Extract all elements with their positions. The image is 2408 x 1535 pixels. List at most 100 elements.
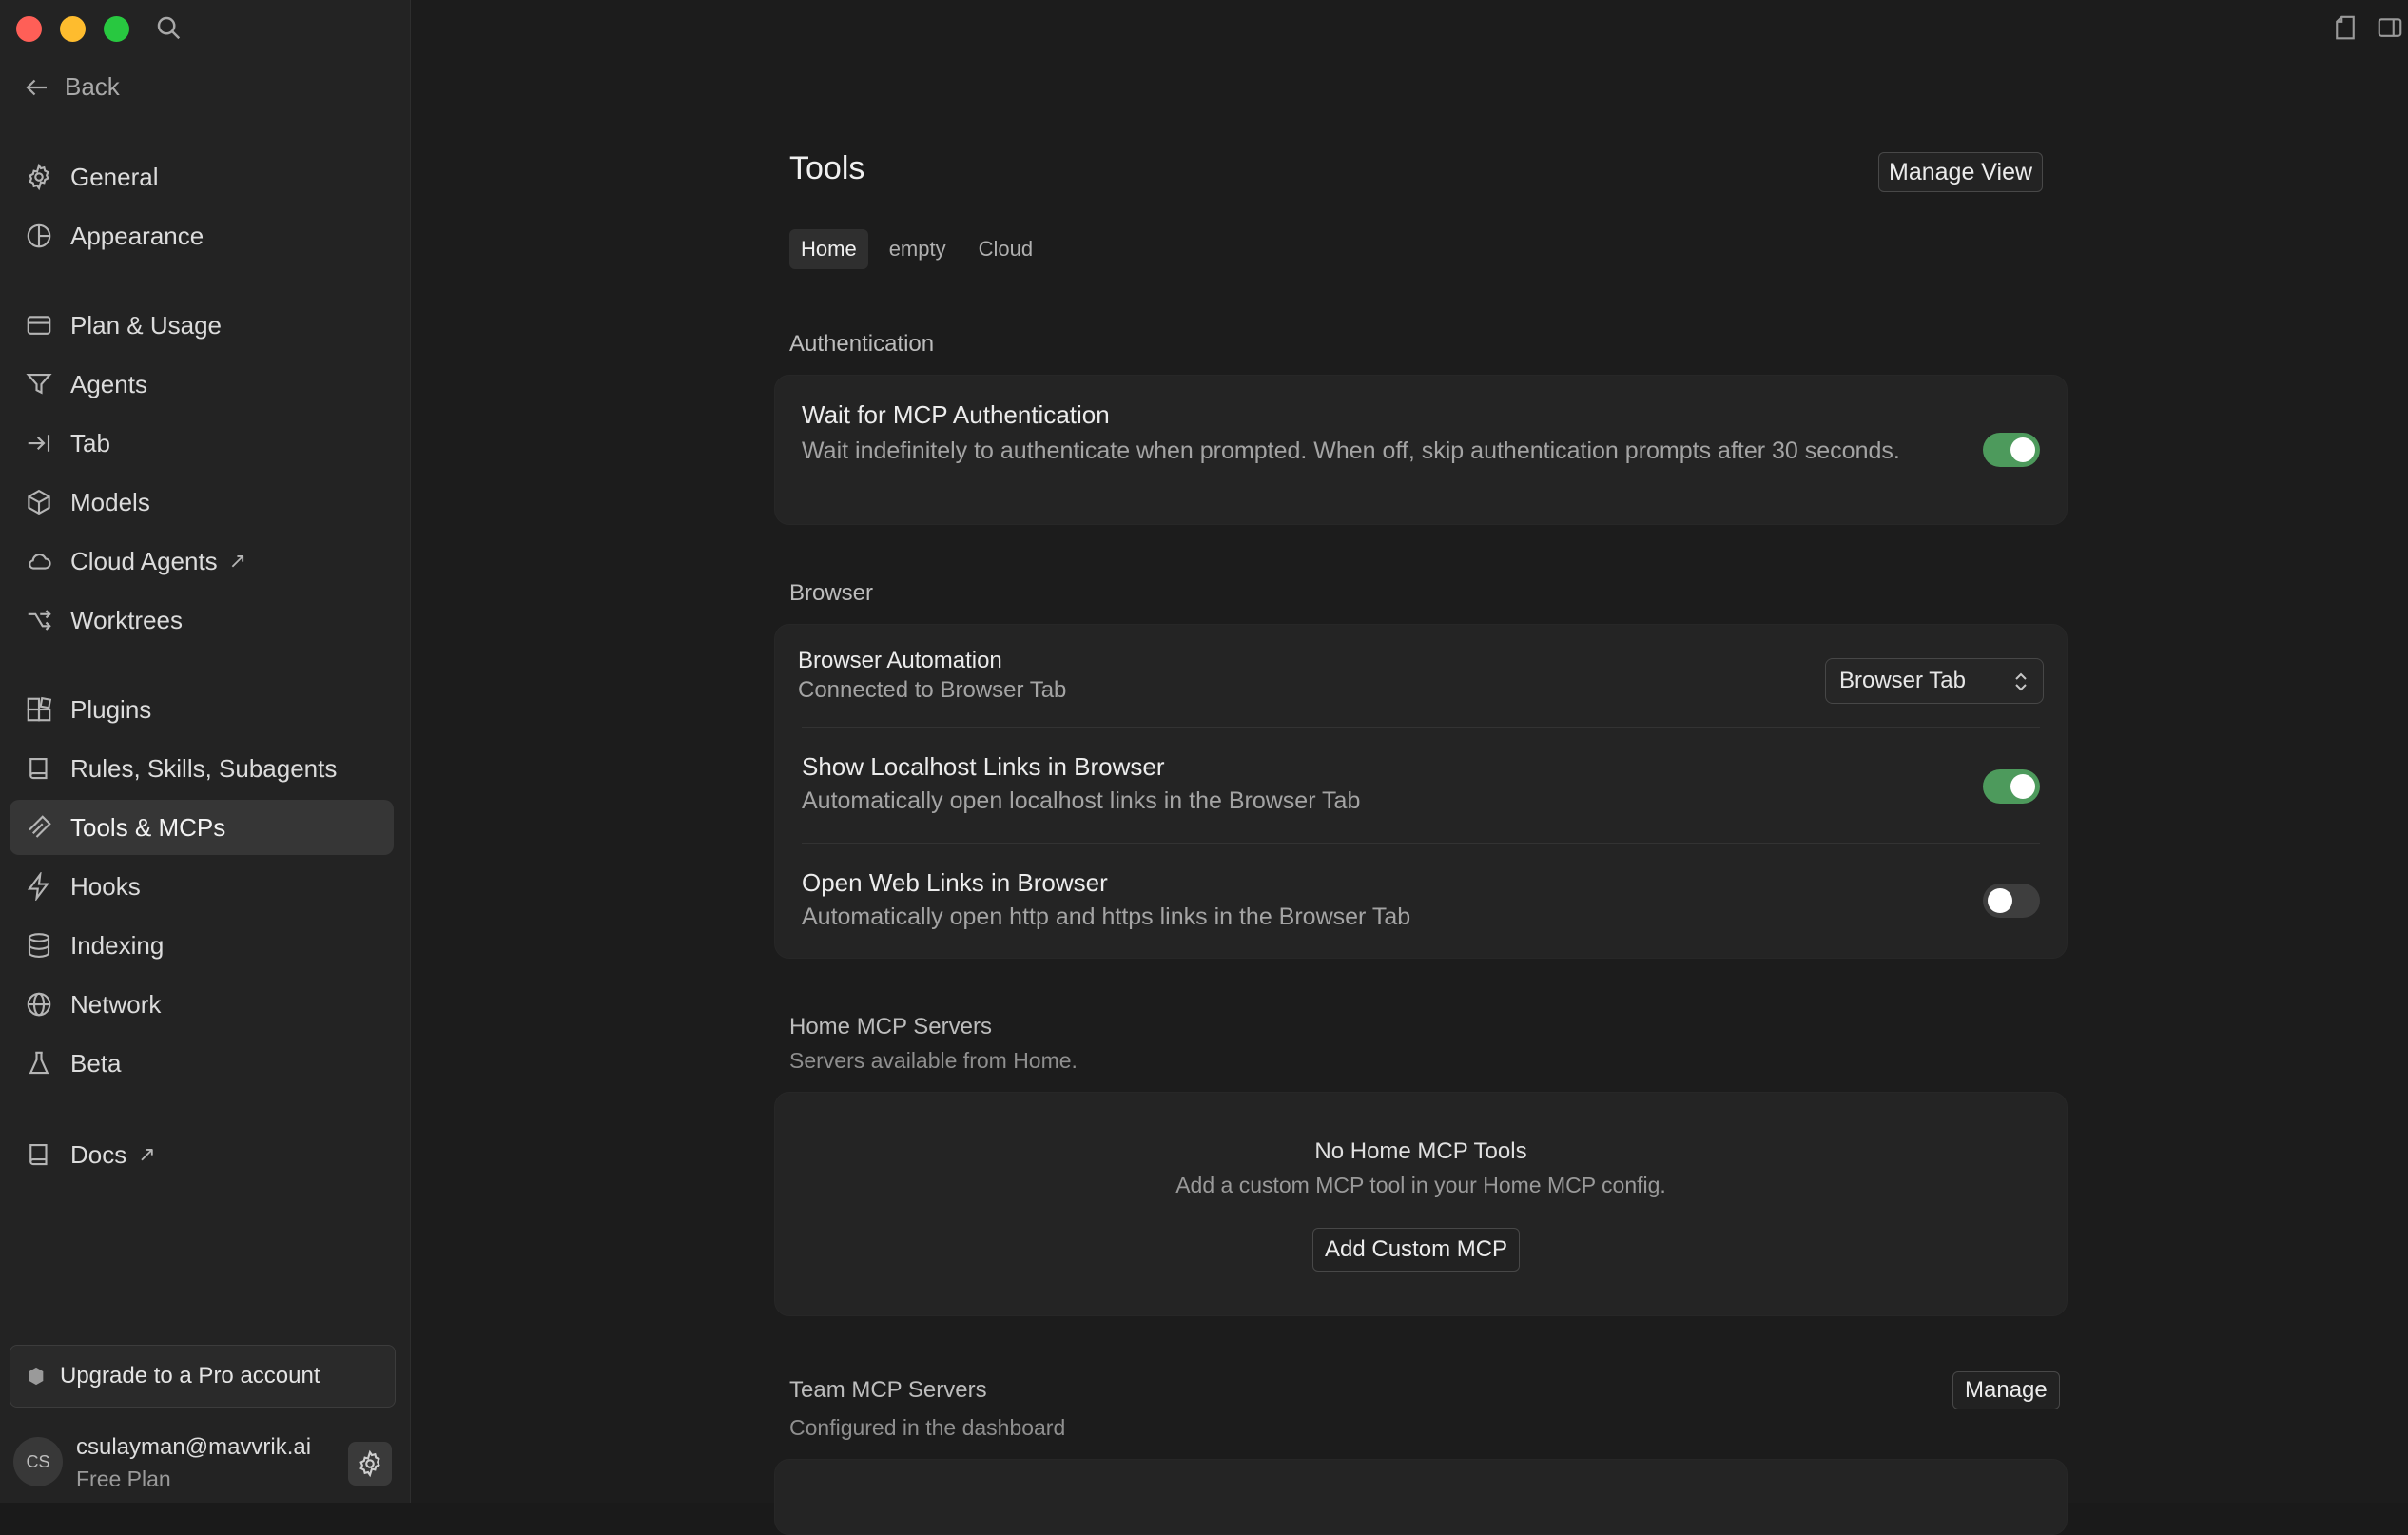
shield-icon xyxy=(26,1366,47,1387)
account-settings-button[interactable] xyxy=(348,1442,392,1486)
upgrade-button[interactable]: Upgrade to a Pro account xyxy=(10,1345,396,1408)
sidebar-item-network[interactable]: Network xyxy=(10,977,394,1032)
sidebar-item-agents[interactable]: Agents xyxy=(10,357,394,412)
tab-cloud[interactable]: Cloud xyxy=(967,229,1044,269)
select-value: Browser Tab xyxy=(1839,668,1966,693)
close-window-button[interactable] xyxy=(16,16,42,42)
sidebar-item-tab[interactable]: Tab xyxy=(10,416,394,471)
sidebar-item-hooks[interactable]: Hooks xyxy=(10,859,394,914)
toggle-knob xyxy=(2010,437,2035,462)
sidebar-item-cloud-agents[interactable]: Cloud Agents ↗ xyxy=(10,534,394,589)
sidebar-item-label: Plugins xyxy=(70,694,152,724)
setting-row-web-links: Open Web Links in Browser Automatically … xyxy=(802,868,2040,934)
account-plan: Free Plan xyxy=(76,1467,171,1491)
branch-icon xyxy=(25,606,53,634)
sidebar-item-models[interactable]: Models xyxy=(10,475,394,530)
sidebar-item-plan-usage[interactable]: Plan & Usage xyxy=(10,298,394,353)
sidebar-item-label: Tab xyxy=(70,428,110,457)
sidebar-item-worktrees[interactable]: Worktrees xyxy=(10,593,394,648)
empty-state-title: No Home MCP Tools xyxy=(1314,1138,1527,1164)
sidebar-item-indexing[interactable]: Indexing xyxy=(10,918,394,973)
authentication-card: Wait for MCP Authentication Wait indefin… xyxy=(774,375,2068,525)
section-title-home-mcp: Home MCP Servers xyxy=(789,1014,992,1040)
lightning-icon xyxy=(25,872,53,901)
chevron-updown-icon xyxy=(2015,672,2027,691)
sidebar-item-label: Network xyxy=(70,989,162,1019)
cube-icon xyxy=(25,488,53,516)
sidebar-item-label: Indexing xyxy=(70,930,165,960)
manage-view-button[interactable]: Manage View xyxy=(1878,152,2044,192)
main-panel: Tools Manage View Home empty Cloud Authe… xyxy=(411,0,2408,1535)
database-icon xyxy=(25,931,53,960)
setting-row-wait-auth: Wait for MCP Authentication Wait indefin… xyxy=(802,400,2040,468)
setting-description: Wait indefinitely to authenticate when p… xyxy=(802,437,1900,464)
sidebar-item-label: Models xyxy=(70,487,150,516)
gear-icon xyxy=(356,1449,384,1478)
sidebar-item-label: Plan & Usage xyxy=(70,310,222,340)
toggle-knob xyxy=(1988,888,2012,913)
toggle-knob xyxy=(2010,774,2035,799)
sidebar-item-docs[interactable]: Docs ↗ xyxy=(10,1127,394,1182)
section-subtitle-team-mcp: Configured in the dashboard xyxy=(789,1415,1066,1440)
sidebar-item-label: Rules, Skills, Subagents xyxy=(70,753,338,783)
flask-icon xyxy=(25,1049,53,1078)
team-mcp-card xyxy=(774,1459,2068,1535)
browser-card: Browser Automation Connected to Browser … xyxy=(774,624,2068,959)
back-label: Back xyxy=(65,72,120,101)
minimize-window-button[interactable] xyxy=(60,16,86,42)
sidebar-item-label: Beta xyxy=(70,1048,122,1078)
avatar[interactable]: CS xyxy=(13,1437,63,1486)
sidebar-item-plugins[interactable]: Plugins xyxy=(10,682,394,737)
globe-icon xyxy=(25,990,53,1019)
home-mcp-card: No Home MCP Tools Add a custom MCP tool … xyxy=(774,1092,2068,1316)
blocks-icon xyxy=(25,695,53,724)
back-button[interactable]: Back xyxy=(23,72,120,102)
sidebar-item-label: Hooks xyxy=(70,871,141,901)
sidebar-item-appearance[interactable]: Appearance xyxy=(10,208,394,263)
sidebar-item-label: Agents xyxy=(70,369,147,398)
section-title-browser: Browser xyxy=(789,580,874,606)
section-title-authentication: Authentication xyxy=(789,331,935,357)
setting-title: Open Web Links in Browser xyxy=(802,868,1108,897)
tab-bar: Home empty Cloud xyxy=(789,229,1044,269)
sidebar-item-label: Docs xyxy=(70,1139,127,1169)
maximize-window-button[interactable] xyxy=(104,16,129,42)
section-subtitle-home-mcp: Servers available from Home. xyxy=(789,1048,1078,1073)
sidebar-item-tools-mcps[interactable]: Tools & MCPs xyxy=(10,800,394,855)
sidebar-item-label: Cloud Agents xyxy=(70,546,218,575)
search-icon[interactable] xyxy=(154,13,183,42)
divider xyxy=(802,843,2040,844)
localhost-links-toggle[interactable] xyxy=(1983,769,2040,804)
sidebar-item-label: Worktrees xyxy=(70,605,183,634)
tab-home[interactable]: Home xyxy=(789,229,868,269)
sidebar-toggle-icon[interactable] xyxy=(2376,13,2404,42)
sidebar: Back General Appearance Plan & Usage Age… xyxy=(0,0,411,1503)
sidebar-item-rules-skills-subagents[interactable]: Rules, Skills, Subagents xyxy=(10,741,394,796)
gear-icon xyxy=(25,163,53,191)
window-controls xyxy=(16,16,129,42)
upgrade-label: Upgrade to a Pro account xyxy=(60,1363,320,1389)
arrow-left-icon xyxy=(23,73,51,102)
account-email: csulayman@mavvrik.ai xyxy=(76,1434,312,1460)
web-links-toggle[interactable] xyxy=(1983,884,2040,918)
manage-team-mcp-button[interactable]: Manage xyxy=(1952,1371,2060,1409)
sidebar-item-general[interactable]: General xyxy=(10,149,394,204)
palette-icon xyxy=(25,222,53,250)
sidebar-item-label: Tools & MCPs xyxy=(70,812,226,842)
empty-state-subtitle: Add a custom MCP tool in your Home MCP c… xyxy=(1175,1173,1666,1197)
section-title-team-mcp: Team MCP Servers xyxy=(789,1377,987,1403)
sidebar-item-label: Appearance xyxy=(70,221,204,250)
add-custom-mcp-button[interactable]: Add Custom MCP xyxy=(1312,1228,1521,1272)
wait-auth-toggle[interactable] xyxy=(1983,433,2040,467)
tab-empty[interactable]: empty xyxy=(878,229,958,269)
tab-key-icon xyxy=(25,429,53,457)
sidebar-item-label: General xyxy=(70,162,159,191)
external-link-icon: ↗ xyxy=(228,549,247,573)
browser-automation-select[interactable]: Browser Tab xyxy=(1825,658,2044,704)
document-icon[interactable] xyxy=(2331,13,2359,42)
funnel-icon xyxy=(25,370,53,398)
book-icon xyxy=(25,754,53,783)
tools-icon xyxy=(25,813,53,842)
sidebar-item-beta[interactable]: Beta xyxy=(10,1036,394,1091)
book-icon xyxy=(25,1140,53,1169)
